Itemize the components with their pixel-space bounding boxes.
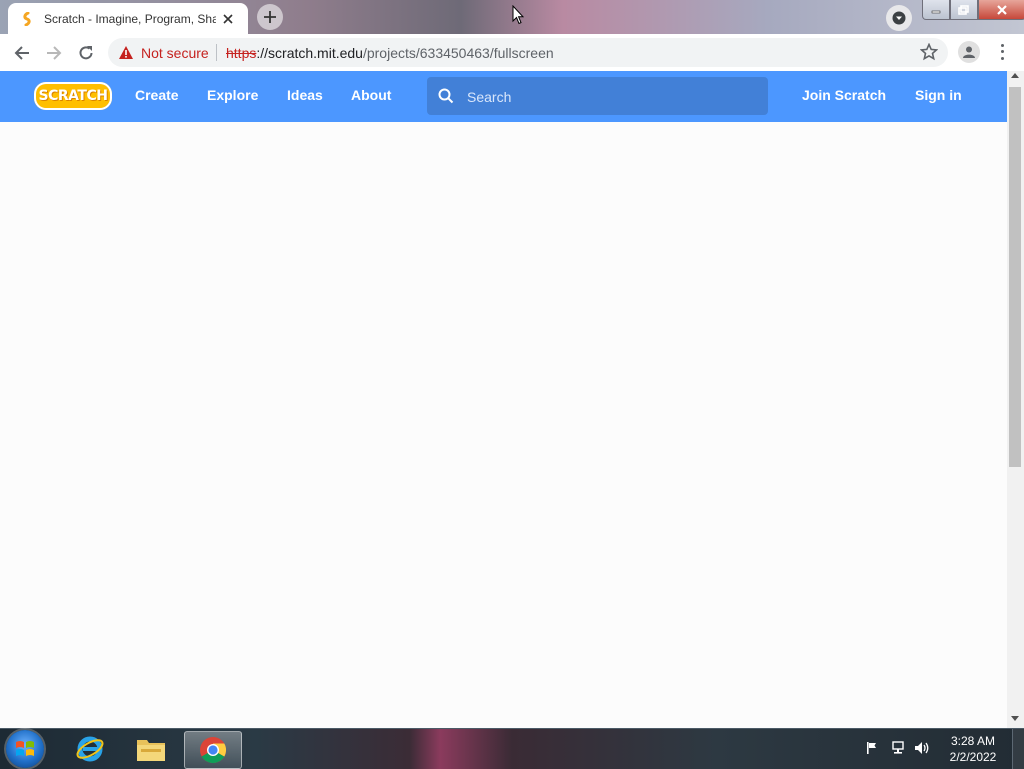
- show-desktop-button[interactable]: [1012, 729, 1024, 769]
- browser-tab[interactable]: Scratch - Imagine, Program, Share: [8, 3, 248, 34]
- scratch-search: [427, 77, 768, 117]
- nav-ideas[interactable]: Ideas: [287, 87, 323, 103]
- mouse-cursor-icon: [512, 4, 525, 28]
- address-bar[interactable]: Not secure https://scratch.mit.edu/proje…: [108, 38, 948, 67]
- url-path: /projects/633450463/fullscreen: [362, 45, 554, 61]
- action-center-flag-icon[interactable]: [866, 741, 880, 758]
- url-host: ://scratch.mit.edu: [256, 45, 363, 61]
- search-input[interactable]: [465, 77, 759, 117]
- vertical-scrollbar[interactable]: [1007, 71, 1024, 728]
- clock-time: 3:28 AM: [950, 734, 996, 748]
- close-tab-icon[interactable]: [220, 11, 236, 27]
- url-scheme: https: [226, 45, 257, 61]
- window-controls: [922, 0, 1024, 20]
- nav-create[interactable]: Create: [135, 87, 179, 103]
- profile-avatar-icon[interactable]: [958, 41, 980, 63]
- warning-icon: [118, 45, 134, 63]
- browser-menu-icon[interactable]: [996, 42, 1008, 62]
- system-clock[interactable]: 3:28 AM 2/2/2022: [944, 733, 1002, 765]
- browser-toolbar: Not secure https://scratch.mit.edu/proje…: [0, 34, 1024, 72]
- file-explorer-icon[interactable]: [123, 731, 179, 767]
- close-window-button[interactable]: [978, 0, 1024, 20]
- volume-icon[interactable]: [914, 741, 930, 758]
- join-scratch-link[interactable]: Join Scratch: [802, 87, 886, 103]
- minimize-button[interactable]: [922, 0, 950, 20]
- nav-explore[interactable]: Explore: [207, 87, 258, 103]
- not-secure-label[interactable]: Not secure: [141, 45, 209, 61]
- scratch-logo[interactable]: SCRATCH: [34, 82, 112, 110]
- new-tab-button[interactable]: [257, 4, 283, 30]
- scratch-navbar: SCRATCH Create Explore Ideas About Join …: [0, 71, 1007, 122]
- search-icon: [438, 88, 454, 107]
- chrome-taskbar-icon[interactable]: [184, 731, 242, 769]
- windows-taskbar: 3:28 AM 2/2/2022: [0, 728, 1024, 769]
- back-button[interactable]: [11, 42, 33, 64]
- network-icon[interactable]: [891, 741, 907, 758]
- scratch-favicon-icon: [20, 11, 36, 27]
- restore-button[interactable]: [950, 0, 978, 20]
- internet-explorer-icon[interactable]: [62, 731, 118, 767]
- tab-title: Scratch - Imagine, Program, Share: [44, 11, 216, 26]
- sign-in-link[interactable]: Sign in: [915, 87, 962, 103]
- url-text[interactable]: https://scratch.mit.edu/projects/6334504…: [226, 45, 554, 61]
- clock-date: 2/2/2022: [949, 750, 997, 764]
- forward-button[interactable]: [43, 42, 65, 64]
- start-button[interactable]: [6, 730, 44, 768]
- nav-about[interactable]: About: [351, 87, 391, 103]
- windows-logo-icon: [16, 741, 34, 756]
- omnibox-divider: [216, 44, 217, 61]
- reload-button[interactable]: [75, 42, 97, 64]
- scratch-logo-text: SCRATCH: [38, 88, 108, 104]
- tab-search-button[interactable]: [886, 5, 912, 31]
- scroll-down-arrow-icon[interactable]: [1011, 716, 1019, 721]
- bookmark-star-icon[interactable]: [919, 42, 939, 64]
- page-content: [0, 122, 1007, 728]
- scroll-up-arrow-icon[interactable]: [1011, 73, 1019, 78]
- scroll-thumb[interactable]: [1009, 87, 1021, 467]
